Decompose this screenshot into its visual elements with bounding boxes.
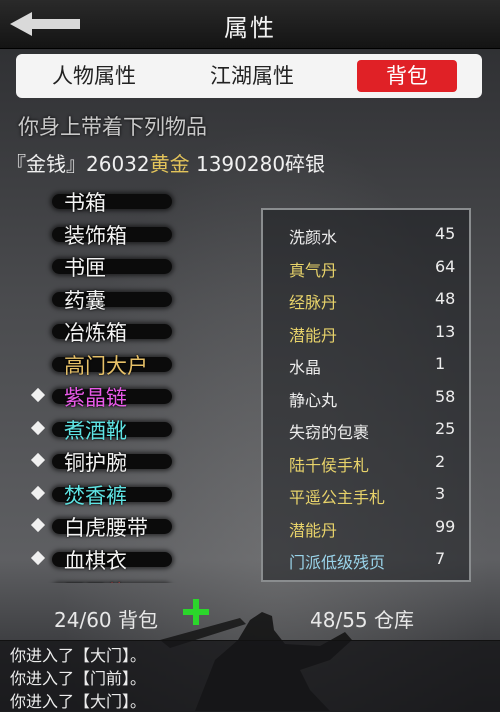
item-count: 48	[435, 289, 455, 308]
bag-capacity: 24/60 背包	[54, 604, 158, 633]
equipment-name: 煮酒靴	[64, 415, 127, 445]
message-log: 你进入了【大门】。 你进入了【门前】。 你进入了【大门】。	[0, 640, 500, 712]
equipment-item[interactable]: 白虎腰带	[0, 510, 250, 542]
inventory-item[interactable]: 潜能丹 99	[263, 511, 469, 543]
silver-amount: 1390280碎银	[196, 152, 325, 176]
gold-label: 黄金	[150, 152, 190, 176]
equipment-item[interactable]: 血棋衣	[0, 543, 250, 575]
tab-backpack[interactable]: 背包	[357, 60, 457, 92]
item-count: 58	[435, 387, 455, 406]
item-count: 7	[435, 549, 445, 568]
item-name: 经脉丹	[289, 289, 337, 313]
equipment-name: 书匣	[64, 252, 106, 282]
item-name: 失窃的包裹	[289, 419, 369, 443]
equipment-item[interactable]: 紫晶链	[0, 380, 250, 412]
equipment-name: 冶炼箱	[64, 317, 127, 347]
section-subtitle: 你身上带着下列物品	[18, 111, 207, 141]
equipment-item[interactable]: 书箱	[0, 185, 250, 217]
equipment-item[interactable]: 煮酒靴	[0, 413, 250, 445]
equipment-item[interactable]: 高门大户	[0, 348, 250, 380]
log-line: 你进入了【大门】。	[10, 688, 146, 712]
item-name: 平遥公主手札	[289, 484, 385, 508]
equipment-name: 高门大户	[64, 350, 148, 380]
item-count: 99	[435, 517, 455, 536]
inventory-item[interactable]: 陆千侯手札 2	[263, 446, 469, 478]
equipment-item[interactable]: 玉甲侍	[0, 575, 250, 583]
inventory-item[interactable]: 真气丹 64	[263, 251, 469, 283]
equipment-name: 铜护腕	[64, 447, 127, 477]
item-name: 静心丸	[289, 387, 337, 411]
inventory-item[interactable]: 平遥公主手札 3	[263, 478, 469, 510]
equipment-name: 药囊	[64, 285, 106, 315]
tab-bar: 人物属性 江湖属性 背包	[16, 54, 482, 98]
title-bar: 属性	[0, 0, 500, 49]
item-name: 陆千侯手札	[289, 452, 369, 476]
inventory-item[interactable]: 水晶 1	[263, 348, 469, 380]
item-name: 洗颜水	[289, 224, 337, 248]
warehouse-button[interactable]: 48/55 仓库	[310, 604, 414, 633]
equipment-name: 书箱	[64, 187, 106, 217]
item-name: 潜能丹	[289, 517, 337, 541]
equipped-marker-icon	[31, 388, 45, 402]
equipped-marker-icon	[31, 453, 45, 467]
equipment-name: 血棋衣	[64, 545, 127, 575]
page-title: 属性	[0, 8, 500, 43]
item-count: 13	[435, 322, 455, 341]
equipment-item[interactable]: 装饰箱	[0, 218, 250, 250]
item-name: 门派低级残页	[289, 549, 385, 573]
equipped-marker-icon	[31, 485, 45, 499]
gold-amount: 26032	[86, 152, 150, 176]
equipped-marker-icon	[31, 420, 45, 434]
equipment-item[interactable]: 书匣	[0, 250, 250, 282]
inventory-item[interactable]: 门派低级残页 7	[263, 543, 469, 575]
equipment-list: 书箱装饰箱书匣药囊冶炼箱高门大户紫晶链煮酒靴铜护腕焚香裤白虎腰带血棋衣玉甲侍	[0, 185, 250, 583]
log-line: 你进入了【大门】。	[10, 642, 146, 666]
item-count: 1	[435, 354, 445, 373]
item-count: 2	[435, 452, 445, 471]
equipment-item[interactable]: 冶炼箱	[0, 315, 250, 347]
item-count: 25	[435, 419, 455, 438]
equipment-name: 焚香裤	[64, 480, 127, 510]
equipment-name: 白虎腰带	[64, 512, 148, 542]
inventory-item[interactable]: 经脉丹 48	[263, 283, 469, 315]
equipment-name: 紫晶链	[64, 382, 127, 412]
log-line: 你进入了【门前】。	[10, 665, 146, 689]
money-prefix: 『金钱』	[6, 152, 86, 176]
equipped-marker-icon	[31, 550, 45, 564]
inventory-item[interactable]: 静心丸 58	[263, 381, 469, 413]
item-count: 3	[435, 484, 445, 503]
item-panel: 洗颜水 45 真气丹 64 经脉丹 48 潜能丹 13 水晶 1 静心丸 58 失窃的包裹 25 陆千侯手札…	[261, 208, 471, 582]
tab-character-attributes[interactable]: 人物属性	[44, 60, 144, 92]
inventory-item[interactable]: 潜能丹 13	[263, 316, 469, 348]
equipped-marker-icon	[31, 518, 45, 532]
tab-jianghu-attributes[interactable]: 江湖属性	[202, 60, 302, 92]
equipment-name: 玉甲侍	[64, 577, 127, 583]
equipment-name: 装饰箱	[64, 220, 127, 250]
item-count: 45	[435, 224, 455, 243]
item-count: 64	[435, 257, 455, 276]
item-name: 真气丹	[289, 257, 337, 281]
item-name: 潜能丹	[289, 322, 337, 346]
plus-icon[interactable]	[182, 598, 210, 626]
equipment-item[interactable]: 焚香裤	[0, 478, 250, 510]
inventory-item[interactable]: 失窃的包裹 25	[263, 413, 469, 445]
equipment-item[interactable]: 铜护腕	[0, 445, 250, 477]
item-name: 水晶	[289, 354, 321, 378]
money-line: 『金钱』26032黄金 1390280碎银	[6, 148, 325, 177]
inventory-item[interactable]: 洗颜水 45	[263, 218, 469, 250]
equipment-item[interactable]: 药囊	[0, 283, 250, 315]
